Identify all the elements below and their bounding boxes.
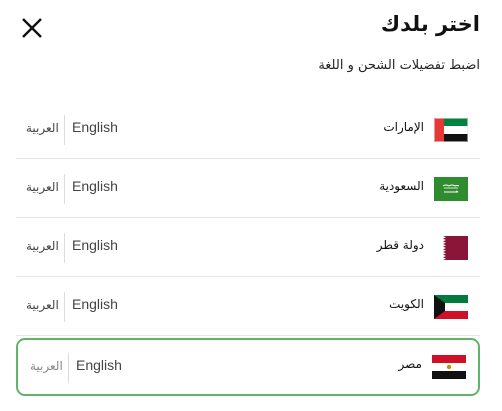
country-name: الكويت — [389, 297, 424, 311]
country-name: دولة قطر — [376, 238, 424, 252]
language-divider — [64, 174, 65, 204]
uae-flag-icon — [434, 118, 468, 142]
qatar-flag-icon — [434, 236, 468, 260]
language-divider — [64, 233, 65, 263]
language-arabic-option[interactable]: العربية — [26, 239, 59, 253]
language-divider — [64, 115, 65, 145]
country-row-saudi[interactable]: السعودية English العربية — [16, 159, 480, 218]
country-list: الإمارات English العربية السعودية Englis… — [16, 100, 480, 396]
language-arabic-option[interactable]: العربية — [26, 121, 59, 135]
country-row-uae[interactable]: الإمارات English العربية — [16, 100, 480, 159]
country-row-kuwait[interactable]: الكويت English العربية — [16, 277, 480, 336]
language-english-option[interactable]: English — [72, 296, 118, 312]
saudi-flag-icon — [434, 177, 468, 201]
language-arabic-option[interactable]: العربية — [26, 180, 59, 194]
language-english-option[interactable]: English — [76, 357, 122, 373]
page-title: اختر بلدك — [380, 12, 480, 36]
language-arabic-option[interactable]: العربية — [26, 298, 59, 312]
language-english-option[interactable]: English — [72, 237, 118, 253]
close-icon[interactable] — [18, 14, 46, 42]
language-divider — [68, 353, 69, 383]
egypt-flag-icon — [432, 355, 466, 379]
language-english-option[interactable]: English — [72, 119, 118, 135]
page-subtitle: اضبط تفضيلات الشحن و اللغة — [318, 58, 480, 73]
country-name: الإمارات — [383, 120, 424, 134]
country-row-qatar[interactable]: دولة قطر English العربية — [16, 218, 480, 277]
kuwait-flag-icon — [434, 295, 468, 319]
country-name: مصر — [398, 357, 422, 371]
language-divider — [64, 292, 65, 322]
language-arabic-option[interactable]: العربية — [30, 359, 63, 373]
country-row-egypt[interactable]: مصر English العربية — [16, 338, 480, 396]
country-name: السعودية — [379, 179, 424, 193]
language-english-option[interactable]: English — [72, 178, 118, 194]
